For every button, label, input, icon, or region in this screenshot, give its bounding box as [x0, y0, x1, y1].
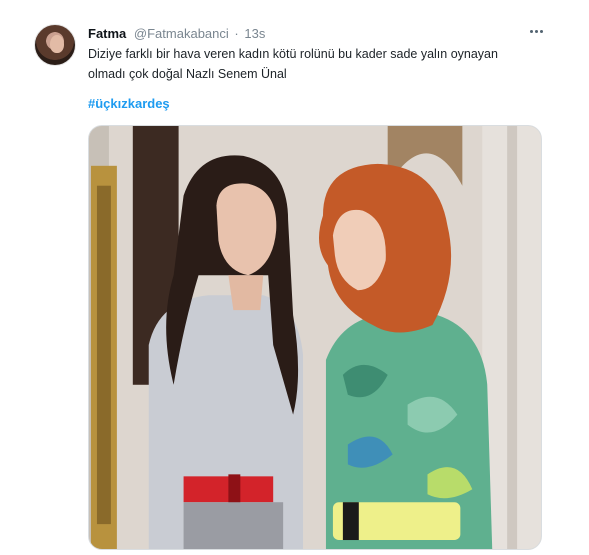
- more-dot: [539, 29, 543, 33]
- red-belt-buckle: [228, 474, 241, 505]
- avatar[interactable]: [34, 24, 76, 66]
- tweet-header: Fatma @Fatmakabanci · 13s: [88, 26, 265, 44]
- tweet-text: Diziye farklı bir hava veren kadın kötü …: [88, 47, 498, 81]
- more-dot: [529, 29, 533, 33]
- grey-skirt: [183, 502, 284, 549]
- avatar-face: [50, 35, 64, 53]
- gold-frame-inner: [96, 185, 111, 525]
- more-dot: [534, 29, 538, 33]
- tweet-media-photo[interactable]: [88, 125, 542, 550]
- more-options-icon[interactable]: [528, 24, 544, 38]
- tweet-card: Fatma @Fatmakabanci · 13s Diziye farklı …: [0, 0, 589, 555]
- right-pillar: [507, 126, 518, 549]
- header-separator: ·: [234, 26, 239, 41]
- yellow-belt-buckle: [342, 502, 359, 541]
- user-handle[interactable]: @Fatmakabanci: [134, 26, 229, 41]
- hashtag-link[interactable]: #üçkızkardeş: [88, 96, 170, 111]
- timestamp[interactable]: 13s: [244, 26, 265, 41]
- display-name[interactable]: Fatma: [88, 26, 126, 41]
- photo-illustration: [89, 126, 541, 549]
- neck-left: [228, 275, 264, 311]
